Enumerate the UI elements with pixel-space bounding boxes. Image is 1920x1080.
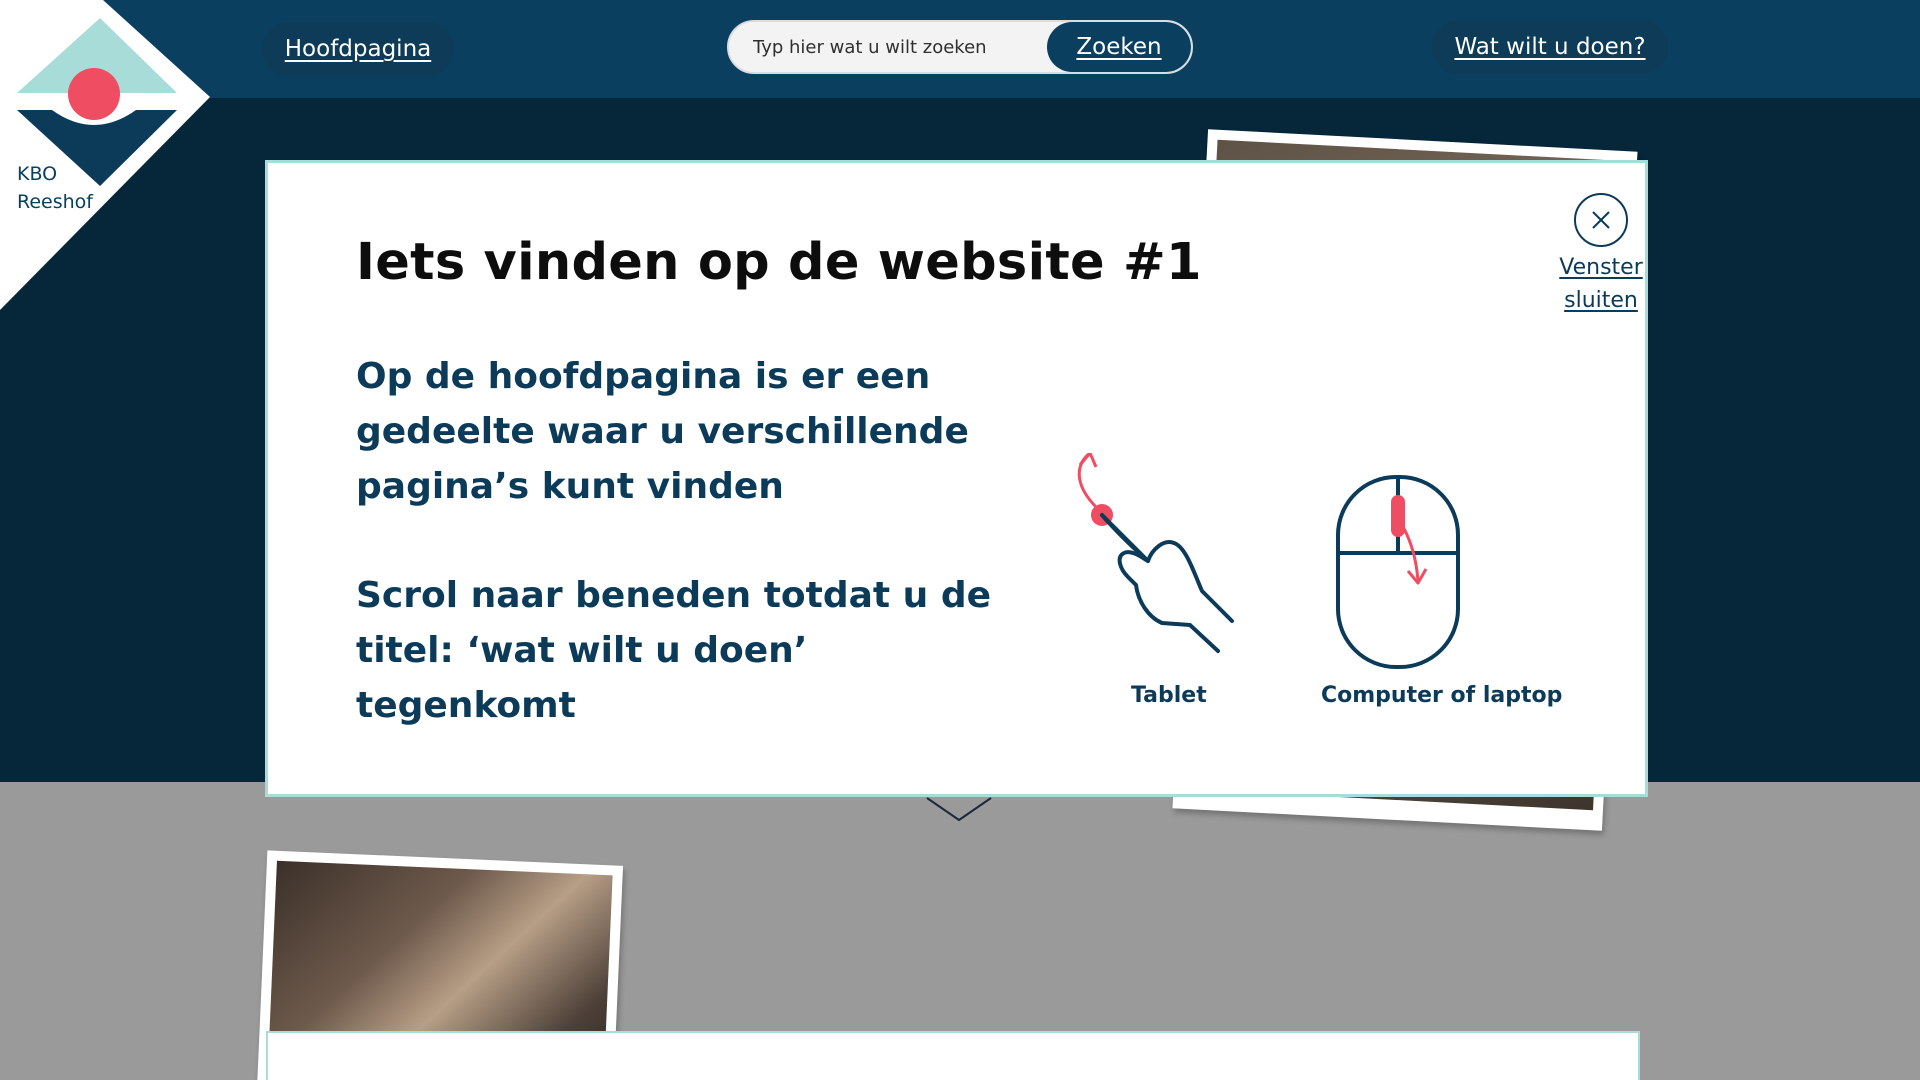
nav-home-link[interactable]: Hoofdpagina <box>262 22 454 76</box>
logo-text-line1: KBO <box>17 163 58 185</box>
computer-label: Computer of laptop <box>1321 683 1563 708</box>
close-modal-label[interactable]: Venster sluiten <box>1537 251 1665 317</box>
chevron-down-icon <box>926 797 992 822</box>
computer-mouse-scroll-icon <box>1336 475 1460 669</box>
top-navigation-bar: Hoofdpagina Zoeken Wat wilt u doen? <box>0 0 1920 98</box>
search-button[interactable]: Zoeken <box>1047 22 1191 72</box>
logo[interactable]: KBO Reeshof <box>0 0 215 310</box>
logo-text: KBO Reeshof <box>17 160 93 216</box>
content-panel <box>266 1031 1640 1080</box>
modal-title: Iets vinden op de website #1 <box>356 233 1202 292</box>
tablet-swipe-icon <box>1077 453 1234 653</box>
logo-text-line2: Reeshof <box>17 191 93 213</box>
close-modal-button[interactable]: Venster sluiten <box>1537 193 1665 317</box>
tablet-label: Tablet <box>1131 683 1207 708</box>
modal-instruction-1: Op de hoofdpagina is er een gedeelte waa… <box>356 356 969 507</box>
nav-what-do-you-want-link[interactable]: Wat wilt u doen? <box>1432 20 1668 74</box>
modal-instruction-2: Scrol naar beneden totdat u de titel: ‘w… <box>356 575 992 726</box>
kbo-logo-icon <box>0 0 210 310</box>
close-icon[interactable] <box>1574 193 1628 247</box>
help-modal: Iets vinden op de website #1 Op de hoofd… <box>265 160 1648 797</box>
search-bar: Zoeken <box>727 20 1193 74</box>
search-input[interactable] <box>729 22 1049 72</box>
